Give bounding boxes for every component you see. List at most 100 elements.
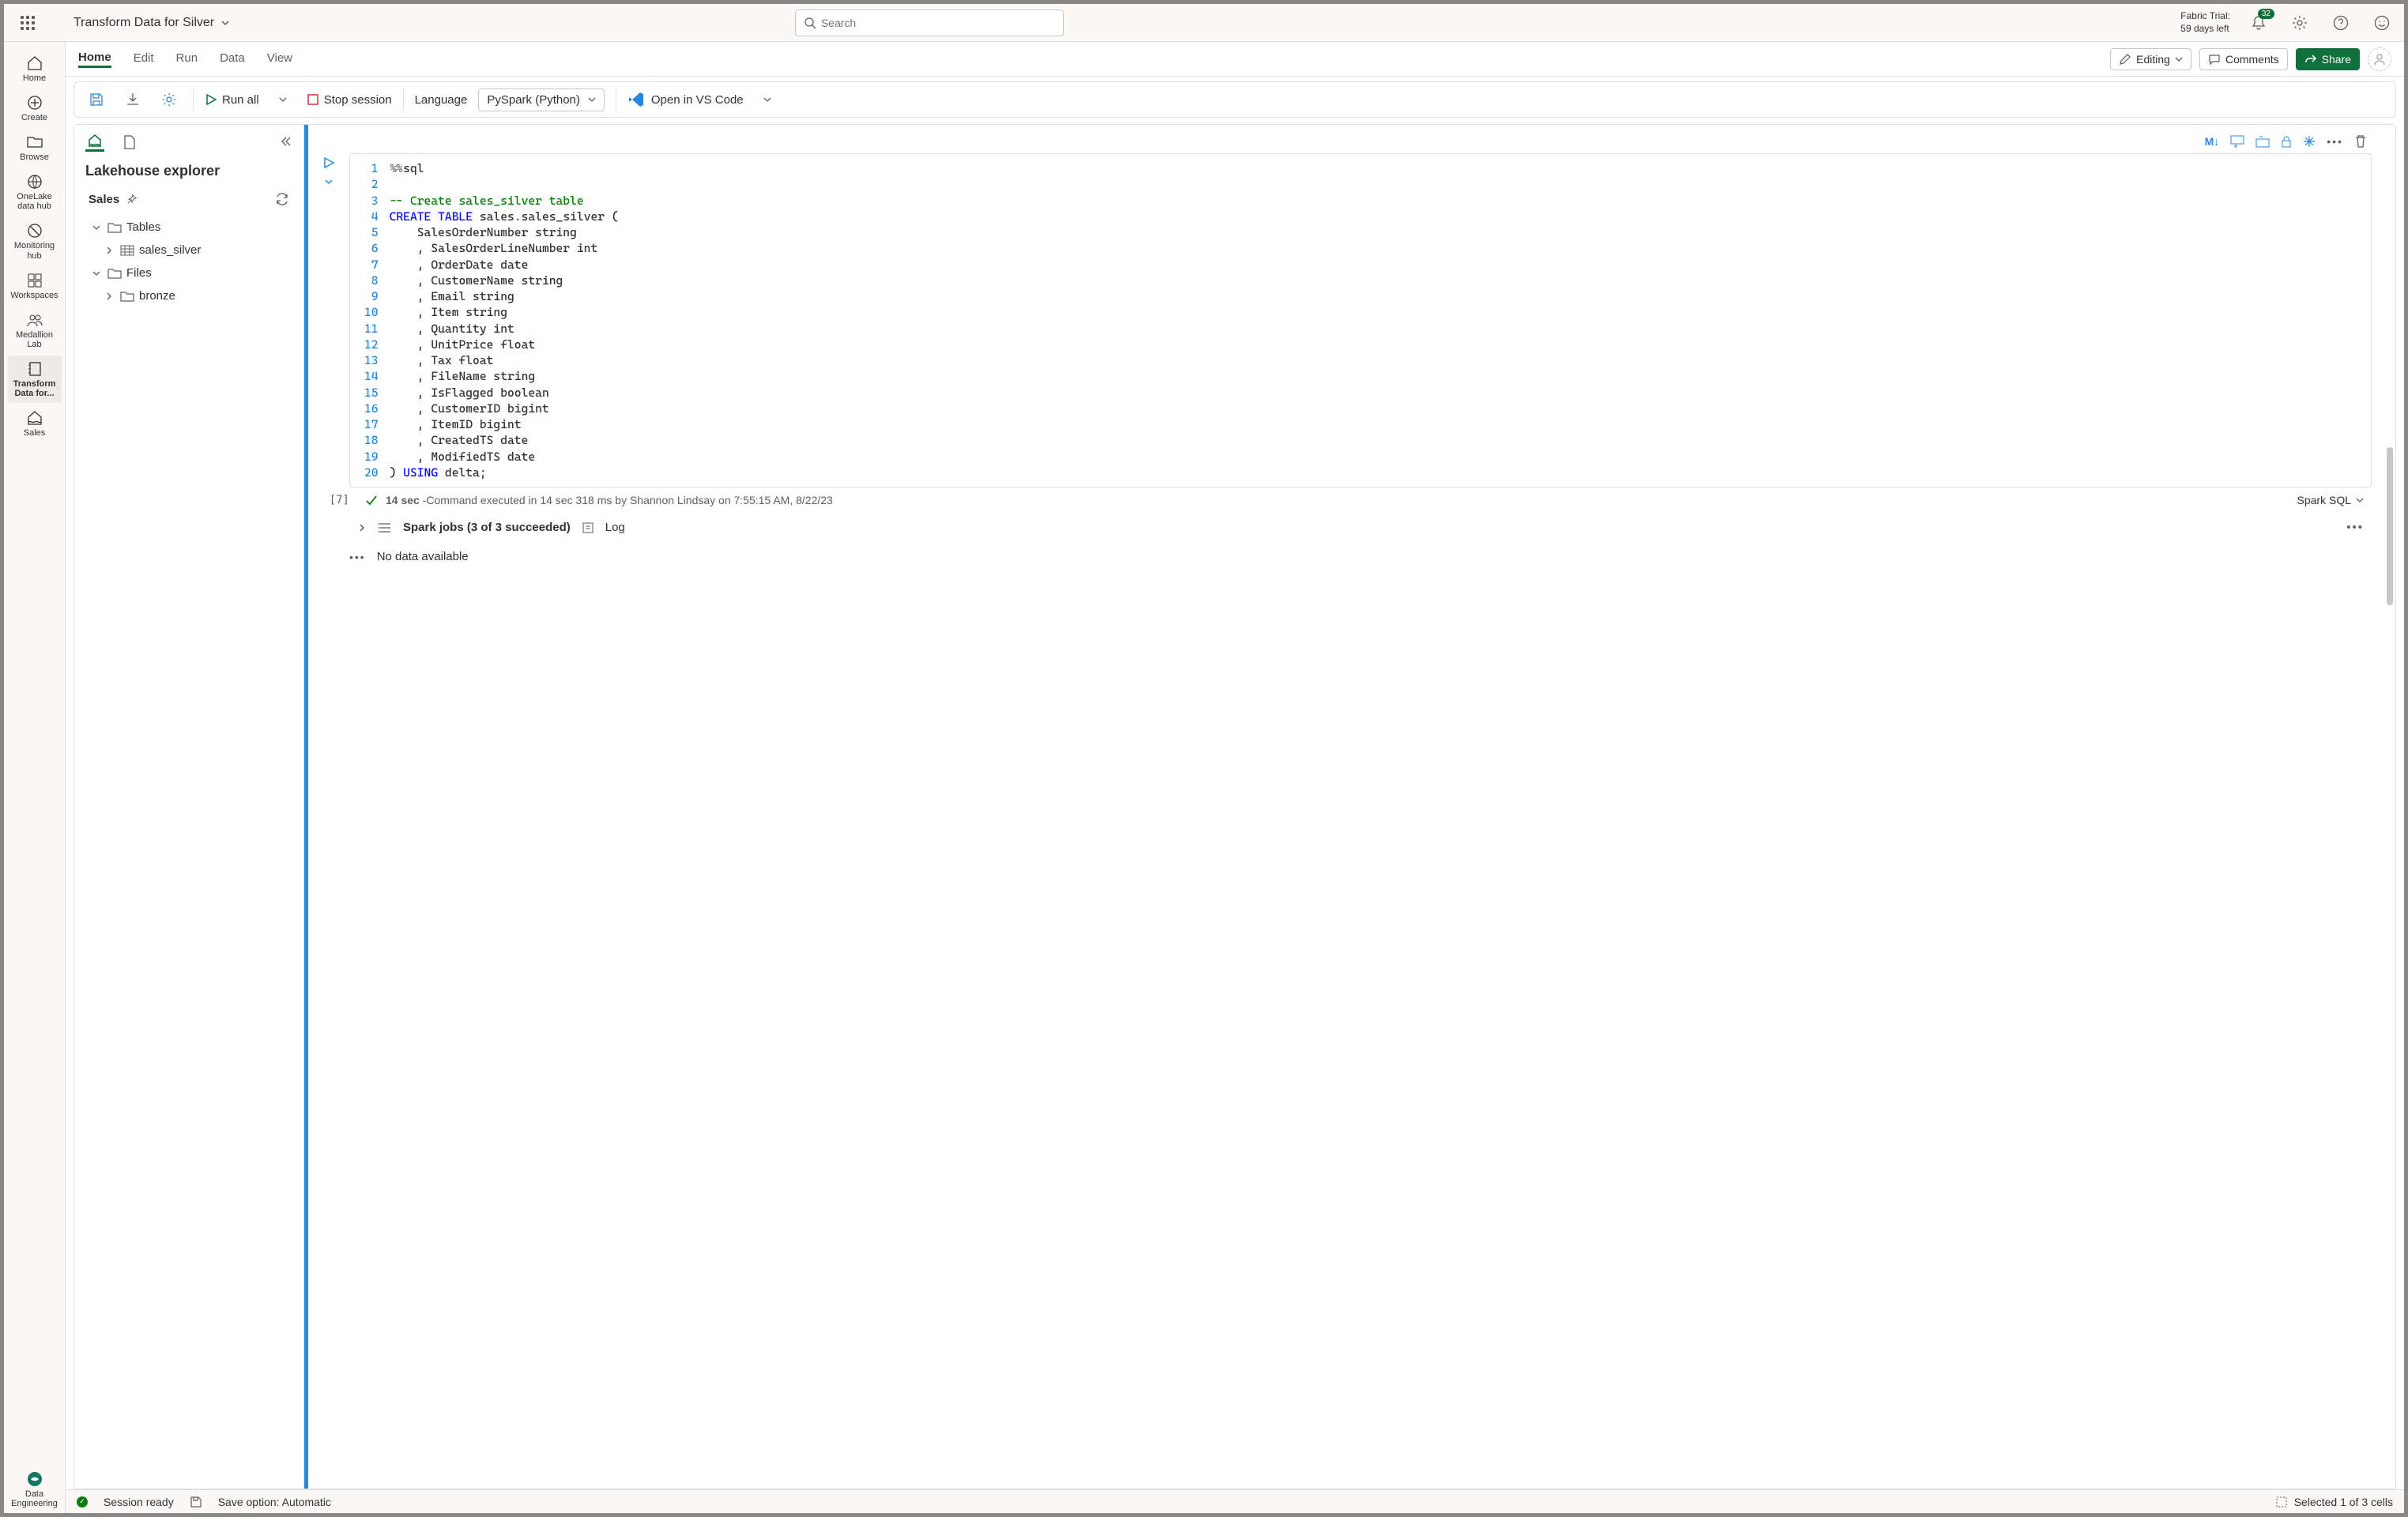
leftnav-monitoring-hub[interactable]: Monitoring hub xyxy=(8,217,62,265)
freeze-icon[interactable] xyxy=(2303,135,2316,148)
comments-button[interactable]: Comments xyxy=(2199,48,2288,70)
cell-run-below-icon[interactable] xyxy=(2230,135,2244,148)
statusbar: Session ready Save option: Automatic Sel… xyxy=(66,1489,2404,1513)
tree-tables[interactable]: Tables xyxy=(74,216,303,239)
jobs-icon xyxy=(378,521,392,534)
leftnav-onelake-data-hub[interactable]: OneLake data hub xyxy=(8,168,62,216)
download-button[interactable] xyxy=(120,87,145,112)
search-input[interactable] xyxy=(821,17,1055,29)
table-icon xyxy=(120,244,134,257)
tree: Tables sales_silver Files xyxy=(74,213,303,311)
onelake-icon xyxy=(26,173,43,190)
topbar: Transform Data for Silver Fabric Trial: … xyxy=(4,4,2404,42)
lock-icon[interactable] xyxy=(2281,135,2292,148)
leftnav-medallion-lab[interactable]: Medallion Lab xyxy=(8,307,62,354)
scrollbar[interactable] xyxy=(2384,125,2395,1489)
run-all-button[interactable]: Run all xyxy=(205,93,259,107)
tab-run[interactable]: Run xyxy=(176,51,198,66)
feedback-button[interactable] xyxy=(2369,10,2395,36)
monitor-icon xyxy=(26,222,43,239)
leftnav-label: Monitoring hub xyxy=(9,241,60,260)
help-button[interactable] xyxy=(2328,10,2353,36)
run-all-dropdown[interactable] xyxy=(270,87,296,112)
chevron-down-icon xyxy=(90,269,103,278)
tables-label: Tables xyxy=(126,220,160,234)
chevron-right-icon xyxy=(103,292,115,301)
scroll-thumb[interactable] xyxy=(2387,447,2393,605)
notifications-button[interactable]: 32 xyxy=(2246,10,2271,36)
leftnav-browse[interactable]: Browse xyxy=(8,129,62,167)
save-button[interactable] xyxy=(84,87,109,112)
ribbon-tabs: Home Edit Run Data View Editing Comments xyxy=(66,42,2404,77)
chevron-down-icon xyxy=(90,223,103,232)
tab-home[interactable]: Home xyxy=(78,51,111,68)
files-tab[interactable] xyxy=(120,133,139,152)
app-launcher-button[interactable] xyxy=(13,9,42,37)
spark-jobs-label[interactable]: Spark jobs (3 of 3 succeeded) xyxy=(403,521,571,534)
workspaces-icon xyxy=(26,272,43,289)
run-cell-button[interactable] xyxy=(322,156,335,169)
leftnav-create[interactable]: Create xyxy=(8,89,62,127)
notebook-icon xyxy=(26,360,43,378)
cell-run-above-icon[interactable] xyxy=(2255,135,2270,148)
leftnav-workspaces[interactable]: Workspaces xyxy=(8,267,62,305)
open-vscode-button[interactable]: Open in VS Code xyxy=(627,91,744,108)
presence-avatar[interactable] xyxy=(2368,47,2391,71)
smiley-icon xyxy=(2374,15,2390,31)
language-select[interactable]: PySpark (Python) xyxy=(478,88,605,111)
chevron-down-icon xyxy=(220,18,230,28)
settings-button[interactable] xyxy=(2287,10,2312,36)
leftnav-home[interactable]: Home xyxy=(8,50,62,88)
leftnav-label: Transform Data for... xyxy=(9,379,60,398)
chevron-down-icon xyxy=(2356,496,2364,504)
toolbar: Run all Stop session Language PySpark (P… xyxy=(73,81,2396,118)
code-content: %%sql -- Create sales_silver table CREAT… xyxy=(390,160,619,480)
stop-session-button[interactable]: Stop session xyxy=(307,93,392,107)
line-numbers: 1234567891011121314151617181920 xyxy=(350,160,390,480)
log-label[interactable]: Log xyxy=(605,521,625,534)
sync-icon[interactable] xyxy=(275,192,289,206)
run-all-label: Run all xyxy=(222,93,259,107)
status-time: 14 sec xyxy=(386,494,420,506)
jobs-more-button[interactable]: ••• xyxy=(2346,521,2364,534)
leftnav-persona[interactable]: Data Engineering xyxy=(8,1466,62,1513)
chevron-down-icon xyxy=(2175,55,2183,63)
files-label: Files xyxy=(126,266,152,280)
search-box[interactable] xyxy=(795,9,1064,36)
tree-folder-bronze[interactable]: bronze xyxy=(74,284,303,307)
separator xyxy=(193,88,194,111)
tab-data[interactable]: Data xyxy=(220,51,245,66)
people-icon xyxy=(26,311,43,329)
save-icon xyxy=(89,92,104,107)
output-more-button[interactable]: ••• xyxy=(349,551,366,563)
database-row[interactable]: Sales xyxy=(74,186,303,213)
delete-cell-button[interactable] xyxy=(2354,134,2367,149)
chevron-right-icon[interactable] xyxy=(357,523,367,533)
vscode-dropdown[interactable] xyxy=(755,87,780,112)
play-icon xyxy=(205,93,217,106)
cell-chevron-down[interactable] xyxy=(324,177,334,186)
share-button[interactable]: Share xyxy=(2296,48,2360,70)
session-status-text: Session ready xyxy=(104,1496,174,1508)
language-value: PySpark (Python) xyxy=(487,93,580,107)
leftnav-transform-data-for-[interactable]: Transform Data for... xyxy=(8,356,62,403)
leftnav-label: Sales xyxy=(24,428,46,438)
cell-language-select[interactable]: Spark SQL xyxy=(2297,494,2364,506)
leftnav-sales[interactable]: Sales xyxy=(8,405,62,442)
tab-view[interactable]: View xyxy=(267,51,292,66)
convert-markdown-button[interactable]: M↓ xyxy=(2205,135,2220,148)
code-editor[interactable]: 1234567891011121314151617181920 %%sql --… xyxy=(349,153,2372,487)
notebook-title[interactable]: Transform Data for Silver xyxy=(73,16,230,30)
cell-more-button[interactable]: ••• xyxy=(2327,135,2343,148)
tab-edit[interactable]: Edit xyxy=(134,51,154,66)
file-icon xyxy=(122,134,137,150)
lakehouse-tab[interactable] xyxy=(85,133,104,152)
share-label: Share xyxy=(2322,53,2351,66)
settings-gear-button[interactable] xyxy=(156,87,182,112)
leftnav-label: Home xyxy=(23,73,46,83)
tree-table-sales-silver[interactable]: sales_silver xyxy=(74,239,303,262)
exec-count: [7] xyxy=(313,494,349,506)
editing-mode-button[interactable]: Editing xyxy=(2110,48,2191,70)
tree-files[interactable]: Files xyxy=(74,262,303,284)
collapse-sidebar-button[interactable] xyxy=(280,135,292,150)
